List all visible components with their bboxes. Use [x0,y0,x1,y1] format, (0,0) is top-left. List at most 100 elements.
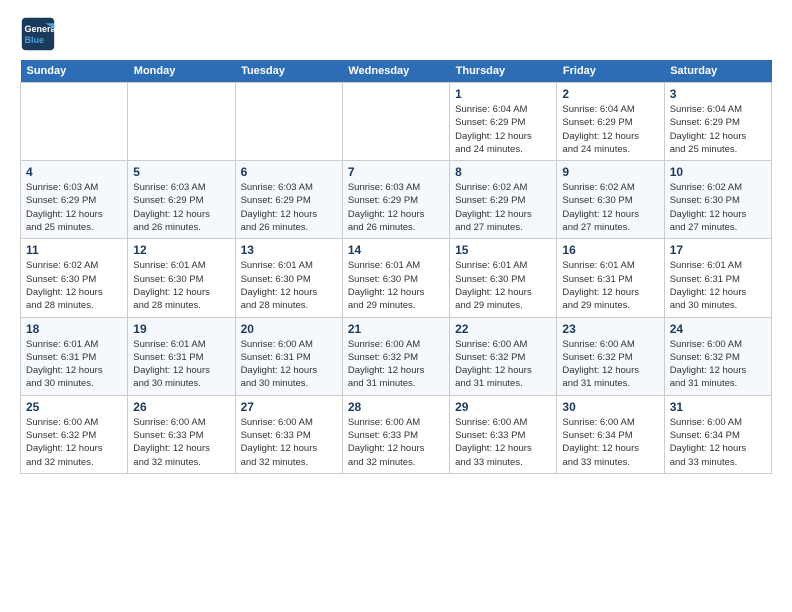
day-detail: Sunrise: 6:00 AM Sunset: 6:33 PM Dayligh… [133,416,229,469]
calendar-cell: 1 Sunrise: 6:04 AM Sunset: 6:29 PM Daylig… [450,83,557,161]
day-detail: Sunrise: 6:00 AM Sunset: 6:34 PM Dayligh… [670,416,766,469]
calendar-cell: 12 Sunrise: 6:01 AM Sunset: 6:30 PM Dayli… [128,239,235,317]
day-number: 7 [348,165,444,179]
day-detail: Sunrise: 6:01 AM Sunset: 6:31 PM Dayligh… [26,338,122,391]
logo: General Blue [20,16,60,52]
calendar-cell: 14 Sunrise: 6:01 AM Sunset: 6:30 PM Dayli… [342,239,449,317]
header: General Blue [20,16,772,52]
day-detail: Sunrise: 6:04 AM Sunset: 6:29 PM Dayligh… [670,103,766,156]
calendar-cell: 30 Sunrise: 6:00 AM Sunset: 6:34 PM Dayli… [557,395,664,473]
day-number: 20 [241,322,337,336]
day-detail: Sunrise: 6:01 AM Sunset: 6:30 PM Dayligh… [348,259,444,312]
day-detail: Sunrise: 6:02 AM Sunset: 6:30 PM Dayligh… [26,259,122,312]
day-detail: Sunrise: 6:04 AM Sunset: 6:29 PM Dayligh… [455,103,551,156]
calendar-cell: 4 Sunrise: 6:03 AM Sunset: 6:29 PM Daylig… [21,161,128,239]
day-number: 19 [133,322,229,336]
day-detail: Sunrise: 6:03 AM Sunset: 6:29 PM Dayligh… [26,181,122,234]
day-detail: Sunrise: 6:01 AM Sunset: 6:31 PM Dayligh… [562,259,658,312]
svg-text:Blue: Blue [25,35,45,45]
day-number: 27 [241,400,337,414]
calendar-cell: 21Sunrise: 6:00 AM Sunset: 6:32 PM Dayli… [342,317,449,395]
day-detail: Sunrise: 6:00 AM Sunset: 6:32 PM Dayligh… [455,338,551,391]
day-number: 10 [670,165,766,179]
day-detail: Sunrise: 6:00 AM Sunset: 6:32 PM Dayligh… [670,338,766,391]
calendar-cell: 23 Sunrise: 6:00 AM Sunset: 6:32 PM Dayli… [557,317,664,395]
calendar-header-row: SundayMondayTuesdayWednesdayThursdayFrid… [21,60,772,83]
day-number: 4 [26,165,122,179]
day-detail: Sunrise: 6:00 AM Sunset: 6:33 PM Dayligh… [455,416,551,469]
day-header-monday: Monday [128,60,235,83]
day-header-tuesday: Tuesday [235,60,342,83]
calendar-cell: 20 Sunrise: 6:00 AM Sunset: 6:31 PM Dayli… [235,317,342,395]
calendar-cell: 24 Sunrise: 6:00 AM Sunset: 6:32 PM Dayli… [664,317,771,395]
calendar-cell: 13 Sunrise: 6:01 AM Sunset: 6:30 PM Dayli… [235,239,342,317]
calendar-cell: 18 Sunrise: 6:01 AM Sunset: 6:31 PM Dayli… [21,317,128,395]
calendar-week-row: 1 Sunrise: 6:04 AM Sunset: 6:29 PM Daylig… [21,83,772,161]
calendar-cell: 3Sunrise: 6:04 AM Sunset: 6:29 PM Daylig… [664,83,771,161]
calendar-cell [235,83,342,161]
calendar-cell: 15 Sunrise: 6:01 AM Sunset: 6:30 PM Dayli… [450,239,557,317]
day-number: 11 [26,243,122,257]
day-detail: Sunrise: 6:02 AM Sunset: 6:30 PM Dayligh… [670,181,766,234]
calendar-week-row: 4 Sunrise: 6:03 AM Sunset: 6:29 PM Daylig… [21,161,772,239]
day-number: 22 [455,322,551,336]
day-number: 17 [670,243,766,257]
day-number: 5 [133,165,229,179]
day-detail: Sunrise: 6:04 AM Sunset: 6:29 PM Dayligh… [562,103,658,156]
calendar-cell: 28Sunrise: 6:00 AM Sunset: 6:33 PM Dayli… [342,395,449,473]
day-number: 23 [562,322,658,336]
day-detail: Sunrise: 6:00 AM Sunset: 6:33 PM Dayligh… [348,416,444,469]
day-number: 24 [670,322,766,336]
day-number: 6 [241,165,337,179]
day-number: 15 [455,243,551,257]
day-detail: Sunrise: 6:01 AM Sunset: 6:31 PM Dayligh… [133,338,229,391]
logo-icon: General Blue [20,16,56,52]
day-detail: Sunrise: 6:00 AM Sunset: 6:32 PM Dayligh… [562,338,658,391]
day-header-wednesday: Wednesday [342,60,449,83]
day-number: 12 [133,243,229,257]
calendar-cell: 7 Sunrise: 6:03 AM Sunset: 6:29 PM Daylig… [342,161,449,239]
calendar-cell [342,83,449,161]
calendar-cell: 19 Sunrise: 6:01 AM Sunset: 6:31 PM Dayli… [128,317,235,395]
calendar-cell: 27 Sunrise: 6:00 AM Sunset: 6:33 PM Dayli… [235,395,342,473]
calendar-cell: 2Sunrise: 6:04 AM Sunset: 6:29 PM Daylig… [557,83,664,161]
calendar-cell: 22 Sunrise: 6:00 AM Sunset: 6:32 PM Dayli… [450,317,557,395]
day-detail: Sunrise: 6:03 AM Sunset: 6:29 PM Dayligh… [241,181,337,234]
calendar-cell: 16 Sunrise: 6:01 AM Sunset: 6:31 PM Dayli… [557,239,664,317]
calendar-cell: 29 Sunrise: 6:00 AM Sunset: 6:33 PM Dayli… [450,395,557,473]
calendar-cell [128,83,235,161]
day-number: 8 [455,165,551,179]
day-detail: Sunrise: 6:00 AM Sunset: 6:32 PM Dayligh… [26,416,122,469]
day-number: 18 [26,322,122,336]
day-number: 31 [670,400,766,414]
day-number: 13 [241,243,337,257]
calendar-cell [21,83,128,161]
day-detail: Sunrise: 6:01 AM Sunset: 6:30 PM Dayligh… [133,259,229,312]
calendar-cell: 10 Sunrise: 6:02 AM Sunset: 6:30 PM Dayli… [664,161,771,239]
day-detail: Sunrise: 6:03 AM Sunset: 6:29 PM Dayligh… [348,181,444,234]
calendar-cell: 31 Sunrise: 6:00 AM Sunset: 6:34 PM Dayli… [664,395,771,473]
day-number: 14 [348,243,444,257]
day-number: 25 [26,400,122,414]
day-number: 16 [562,243,658,257]
day-header-sunday: Sunday [21,60,128,83]
day-number: 30 [562,400,658,414]
day-detail: Sunrise: 6:00 AM Sunset: 6:33 PM Dayligh… [241,416,337,469]
day-number: 26 [133,400,229,414]
day-detail: Sunrise: 6:01 AM Sunset: 6:30 PM Dayligh… [241,259,337,312]
calendar-cell: 8 Sunrise: 6:02 AM Sunset: 6:29 PM Daylig… [450,161,557,239]
day-detail: Sunrise: 6:01 AM Sunset: 6:31 PM Dayligh… [670,259,766,312]
day-detail: Sunrise: 6:00 AM Sunset: 6:31 PM Dayligh… [241,338,337,391]
day-number: 1 [455,87,551,101]
calendar-week-row: 25 Sunrise: 6:00 AM Sunset: 6:32 PM Dayli… [21,395,772,473]
day-number: 29 [455,400,551,414]
day-detail: Sunrise: 6:01 AM Sunset: 6:30 PM Dayligh… [455,259,551,312]
day-header-friday: Friday [557,60,664,83]
day-detail: Sunrise: 6:00 AM Sunset: 6:34 PM Dayligh… [562,416,658,469]
day-header-thursday: Thursday [450,60,557,83]
calendar-cell: 11 Sunrise: 6:02 AM Sunset: 6:30 PM Dayli… [21,239,128,317]
day-number: 21 [348,322,444,336]
calendar-cell: 5Sunrise: 6:03 AM Sunset: 6:29 PM Daylig… [128,161,235,239]
calendar-cell: 6 Sunrise: 6:03 AM Sunset: 6:29 PM Daylig… [235,161,342,239]
day-detail: Sunrise: 6:02 AM Sunset: 6:29 PM Dayligh… [455,181,551,234]
